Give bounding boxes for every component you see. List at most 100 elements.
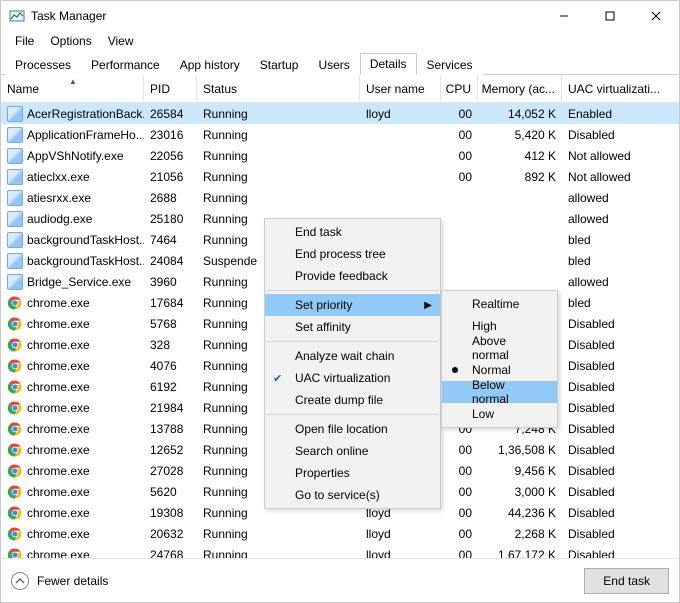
- menu-options[interactable]: Options: [42, 32, 99, 50]
- cell-status: Running: [197, 103, 360, 124]
- window-title: Task Manager: [31, 9, 541, 23]
- menu-item[interactable]: Below normal: [442, 381, 557, 403]
- menu-item[interactable]: Properties: [265, 462, 440, 484]
- col-uac[interactable]: UAC virtualizati...: [562, 75, 659, 102]
- cell-uac: Disabled: [562, 376, 659, 397]
- col-name[interactable]: Name▲: [1, 75, 144, 102]
- chrome-icon: [7, 463, 23, 479]
- cell-name: chrome.exe: [1, 376, 144, 397]
- menu-view[interactable]: View: [100, 32, 142, 50]
- cell-pid: 6192: [144, 376, 197, 397]
- process-icon: [7, 232, 23, 248]
- chrome-icon: [7, 295, 23, 311]
- titlebar: Task Manager: [1, 1, 679, 31]
- menu-item[interactable]: Realtime: [442, 293, 557, 315]
- col-memory[interactable]: Memory (ac...: [478, 75, 562, 102]
- col-cpu[interactable]: CPU: [441, 75, 478, 102]
- cell-pid: 328: [144, 334, 197, 355]
- process-icon: [7, 274, 23, 290]
- cell-pid: 21984: [144, 397, 197, 418]
- maximize-button[interactable]: [587, 1, 633, 31]
- column-headers: Name▲ PID Status User name CPU Memory (a…: [1, 75, 679, 103]
- cell-name: chrome.exe: [1, 502, 144, 523]
- cell-uac: Disabled: [562, 124, 659, 145]
- cell-uac: bled: [562, 292, 659, 313]
- col-pid[interactable]: PID: [144, 75, 197, 102]
- menu-item[interactable]: Create dump file: [265, 389, 440, 411]
- cell-pid: 4076: [144, 355, 197, 376]
- process-icon: [7, 148, 23, 164]
- cell-pid: 25180: [144, 208, 197, 229]
- menu-item[interactable]: Set affinity: [265, 316, 440, 338]
- menu-item[interactable]: Set priority▶: [265, 294, 440, 316]
- cell-pid: 13788: [144, 418, 197, 439]
- col-username[interactable]: User name: [360, 75, 441, 102]
- tab-performance[interactable]: Performance: [81, 54, 170, 75]
- menu-item[interactable]: Low: [442, 403, 557, 425]
- table-row[interactable]: chrome.exe24768Runninglloyd001,67,172 KD…: [1, 544, 679, 558]
- menu-item[interactable]: ✔UAC virtualization: [265, 367, 440, 389]
- cell-cpu: [441, 187, 478, 208]
- fewer-details-label: Fewer details: [37, 574, 108, 588]
- cell-status: Running: [197, 523, 360, 544]
- cell-uac: allowed: [562, 271, 659, 292]
- cell-pid: 27028: [144, 460, 197, 481]
- tab-services[interactable]: Services: [417, 54, 483, 75]
- chrome-icon: [7, 400, 23, 416]
- table-row[interactable]: atiesrxx.exe2688Runningallowed: [1, 187, 679, 208]
- table-row[interactable]: chrome.exe20632Runninglloyd002,268 KDisa…: [1, 523, 679, 544]
- cell-pid: 24084: [144, 250, 197, 271]
- cell-uac: Disabled: [562, 334, 659, 355]
- cell-user: [360, 145, 441, 166]
- cell-mem: 1,36,508 K: [478, 439, 562, 460]
- menu-item[interactable]: End process tree: [265, 243, 440, 265]
- menu-file[interactable]: File: [7, 32, 42, 50]
- menu-separator: [266, 341, 439, 342]
- menu-item[interactable]: Open file location: [265, 418, 440, 440]
- table-row[interactable]: AcerRegistrationBack...26584Runninglloyd…: [1, 103, 679, 124]
- menu-item[interactable]: Go to service(s): [265, 484, 440, 506]
- cell-cpu: [441, 271, 478, 292]
- cell-mem: 1,67,172 K: [478, 544, 562, 558]
- cell-uac: Not allowed: [562, 145, 659, 166]
- table-row[interactable]: ApplicationFrameHo...23016Running005,420…: [1, 124, 679, 145]
- footer: Fewer details End task: [1, 558, 679, 602]
- fewer-details-button[interactable]: Fewer details: [11, 572, 108, 590]
- end-task-button[interactable]: End task: [584, 568, 669, 594]
- cell-cpu: 00: [441, 166, 478, 187]
- cell-mem: 14,052 K: [478, 103, 562, 124]
- tab-startup[interactable]: Startup: [250, 54, 309, 75]
- cell-cpu: 00: [441, 544, 478, 558]
- tab-app-history[interactable]: App history: [170, 54, 250, 75]
- menu-item[interactable]: End task: [265, 221, 440, 243]
- cell-uac: bled: [562, 229, 659, 250]
- menu-item[interactable]: Analyze wait chain: [265, 345, 440, 367]
- cell-pid: 22056: [144, 145, 197, 166]
- minimize-button[interactable]: [541, 1, 587, 31]
- cell-uac: Disabled: [562, 355, 659, 376]
- cell-pid: 19308: [144, 502, 197, 523]
- cell-uac: Disabled: [562, 313, 659, 334]
- cell-cpu: 00: [441, 145, 478, 166]
- menu-item[interactable]: Search online: [265, 440, 440, 462]
- close-button[interactable]: [633, 1, 679, 31]
- cell-uac: bled: [562, 250, 659, 271]
- table-row[interactable]: AppVShNotify.exe22056Running00412 KNot a…: [1, 145, 679, 166]
- tab-details[interactable]: Details: [360, 53, 417, 75]
- menu-separator: [266, 414, 439, 415]
- cell-cpu: [441, 229, 478, 250]
- cell-mem: [478, 208, 562, 229]
- menu-item[interactable]: Provide feedback: [265, 265, 440, 287]
- process-list[interactable]: AcerRegistrationBack...26584Runninglloyd…: [1, 103, 679, 558]
- menu-item[interactable]: Above normal: [442, 337, 557, 359]
- cell-pid: 2688: [144, 187, 197, 208]
- cell-name: backgroundTaskHost...: [1, 250, 144, 271]
- tab-users[interactable]: Users: [308, 54, 359, 75]
- cell-mem: [478, 250, 562, 271]
- tab-processes[interactable]: Processes: [5, 54, 81, 75]
- col-status[interactable]: Status: [197, 75, 360, 102]
- cell-name: Bridge_Service.exe: [1, 271, 144, 292]
- cell-name: chrome.exe: [1, 292, 144, 313]
- cell-pid: 12652: [144, 439, 197, 460]
- table-row[interactable]: atieclxx.exe21056Running00892 KNot allow…: [1, 166, 679, 187]
